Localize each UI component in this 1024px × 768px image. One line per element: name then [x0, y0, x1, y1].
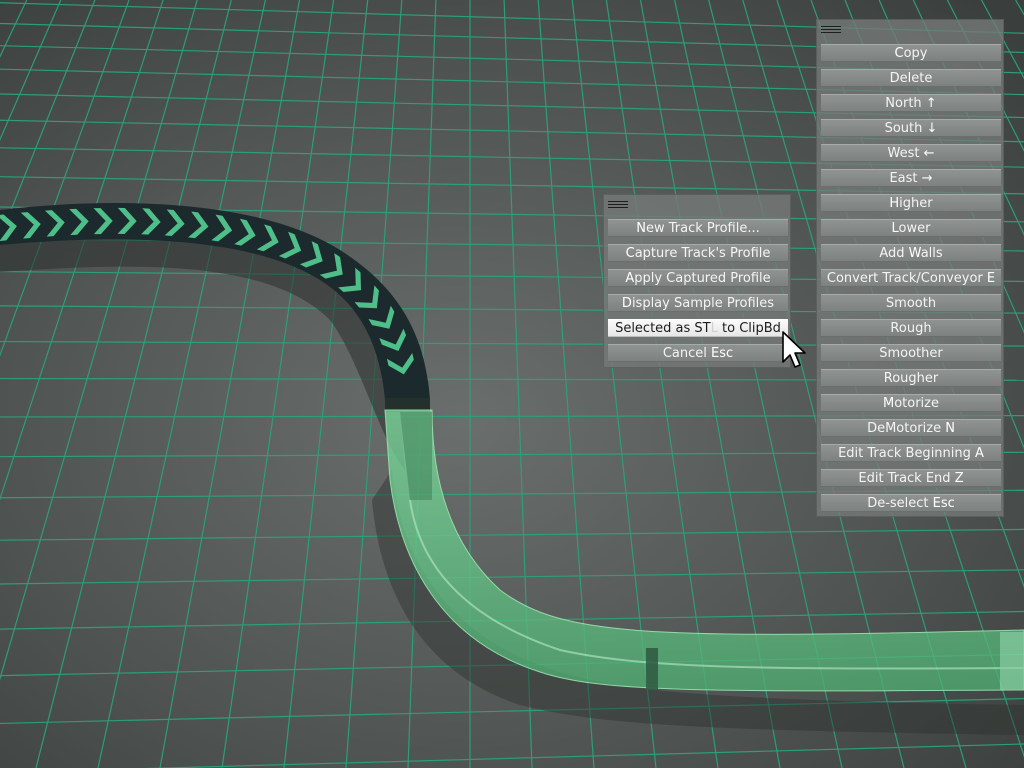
arrow-cursor-icon: [782, 331, 806, 368]
menu-item-capture-track-s-profile[interactable]: Capture Track's Profile: [608, 244, 788, 262]
menu-item-selected-as-stl-to-clipbd[interactable]: Selected as STL to ClipBd: [608, 319, 788, 337]
menu-item-shortcut-key: ↓: [926, 121, 938, 136]
menu-item-shortcut-key: Z: [954, 471, 964, 486]
menu-item-text: Add: [879, 246, 909, 261]
menu-item-text: Edit Track End: [858, 471, 955, 486]
menu-item-shortcut-key: →: [921, 171, 933, 186]
menu-item-shortcut-key: M: [882, 396, 895, 411]
menu-item-edit-track-end-z[interactable]: Edit Track End Z: [821, 469, 1001, 487]
menu-item-shortcut-key: D: [621, 296, 632, 311]
menu-item-text: apture Track's Profile: [634, 246, 771, 261]
menu-item-higher[interactable]: Higher: [821, 194, 1001, 212]
menu-item-text: Selected as ST: [615, 321, 711, 336]
menu-item-rougher[interactable]: Rougher: [821, 369, 1001, 387]
menu-item-lower[interactable]: Lower: [821, 219, 1001, 237]
menu-item-shortcut-key: E: [986, 271, 996, 286]
menu-item-display-sample-profiles[interactable]: Display Sample Profiles: [608, 294, 788, 312]
menu-item-shortcut-key: W: [908, 246, 921, 261]
menu-item-shortcut-key: H: [889, 196, 900, 211]
menu-item-shortcut-key: C: [894, 46, 904, 61]
menu-item-east[interactable]: East →: [821, 169, 1001, 187]
menu-item-smooth[interactable]: Smooth: [821, 294, 1001, 312]
menu-item-text: Rougher: [883, 371, 939, 386]
menu-item-demotorize-n[interactable]: DeMotorize N: [821, 419, 1001, 437]
menu-item-new-track-profile[interactable]: New Track Profile...: [608, 219, 788, 237]
menu-item-text: West: [887, 146, 924, 161]
menu-item-convert-track-conveyor-e[interactable]: Convert Track/Conveyor E: [821, 269, 1001, 287]
menu-item-shortcut-key: L: [710, 321, 718, 336]
menu-item-shortcut-key: L: [891, 221, 899, 236]
drag-handle-icon[interactable]: [821, 26, 841, 34]
menu-item-text: Cancel: [662, 346, 712, 361]
menu-item-smoother[interactable]: Smoother: [821, 344, 1001, 362]
menu-item-text: alls: [920, 246, 943, 261]
menu-item-text: ower: [898, 221, 931, 236]
menu-item-add-walls[interactable]: Add Walls: [821, 244, 1001, 262]
drag-handle-icon[interactable]: [608, 201, 628, 209]
menu-item-text: Smoother: [879, 346, 943, 361]
menu-item-delete[interactable]: Delete: [821, 69, 1001, 87]
menu-item-text: DeMotorize: [867, 421, 946, 436]
menu-item-shortcut-key: N: [945, 421, 955, 436]
menu-item-shortcut-key: A: [625, 271, 635, 286]
menu-item-text: pply Captured Profile: [634, 271, 771, 286]
menu-item-text: South: [884, 121, 927, 136]
menu-item-shortcut-key: ↑: [925, 96, 937, 111]
menu-item-text: opy: [903, 46, 928, 61]
menu-item-text: De: [889, 71, 908, 86]
menu-item-motorize[interactable]: Motorize: [821, 394, 1001, 412]
menu-item-shortcut-key: Esc: [932, 496, 955, 511]
menu-item-text: ete: [911, 71, 933, 86]
track-profile-menu: New Track Profile... Capture Track's Prof…: [603, 194, 791, 368]
menu-item-text: North: [885, 96, 926, 111]
menu-item-text: isplay Sample Profiles: [631, 296, 775, 311]
track-edit-menu: Copy Delete North ↑ South ↓ West ← East → High…: [816, 19, 1004, 517]
menu-item-text: otorize: [894, 396, 939, 411]
menu-item-shortcut-key: Esc: [711, 346, 734, 361]
menu-item-cancel-esc[interactable]: Cancel Esc: [608, 344, 788, 362]
menu-item-text: to ClipBd: [717, 321, 781, 336]
menu-item-de-select-esc[interactable]: De-select Esc: [821, 494, 1001, 512]
menu-item-west[interactable]: West ←: [821, 144, 1001, 162]
menu-item-north[interactable]: North ↑: [821, 94, 1001, 112]
menu-item-text: Smooth: [885, 296, 937, 311]
menu-item-rough[interactable]: Rough: [821, 319, 1001, 337]
menu-item-apply-captured-profile[interactable]: Apply Captured Profile: [608, 269, 788, 287]
menu-item-south[interactable]: South ↓: [821, 119, 1001, 137]
menu-item-text: Edit Track Beginning: [838, 446, 976, 461]
menu-item-edit-track-beginning-a[interactable]: Edit Track Beginning A: [821, 444, 1001, 462]
menu-item-text: East: [889, 171, 922, 186]
menu-item-text: Convert Track/Conveyor: [826, 271, 987, 286]
menu-item-text: De-select: [867, 496, 933, 511]
menu-item-shortcut-key: A: [975, 446, 984, 461]
menu-item-copy[interactable]: Copy: [821, 44, 1001, 62]
menu-item-text: igher: [899, 196, 933, 211]
menu-item-text: ew Track Profile...: [646, 221, 760, 236]
menu-item-shortcut-key: C: [625, 246, 635, 261]
menu-item-text: Rough: [890, 321, 932, 336]
menu-item-shortcut-key: ←: [923, 146, 935, 161]
menu-item-shortcut-key: N: [636, 221, 646, 236]
